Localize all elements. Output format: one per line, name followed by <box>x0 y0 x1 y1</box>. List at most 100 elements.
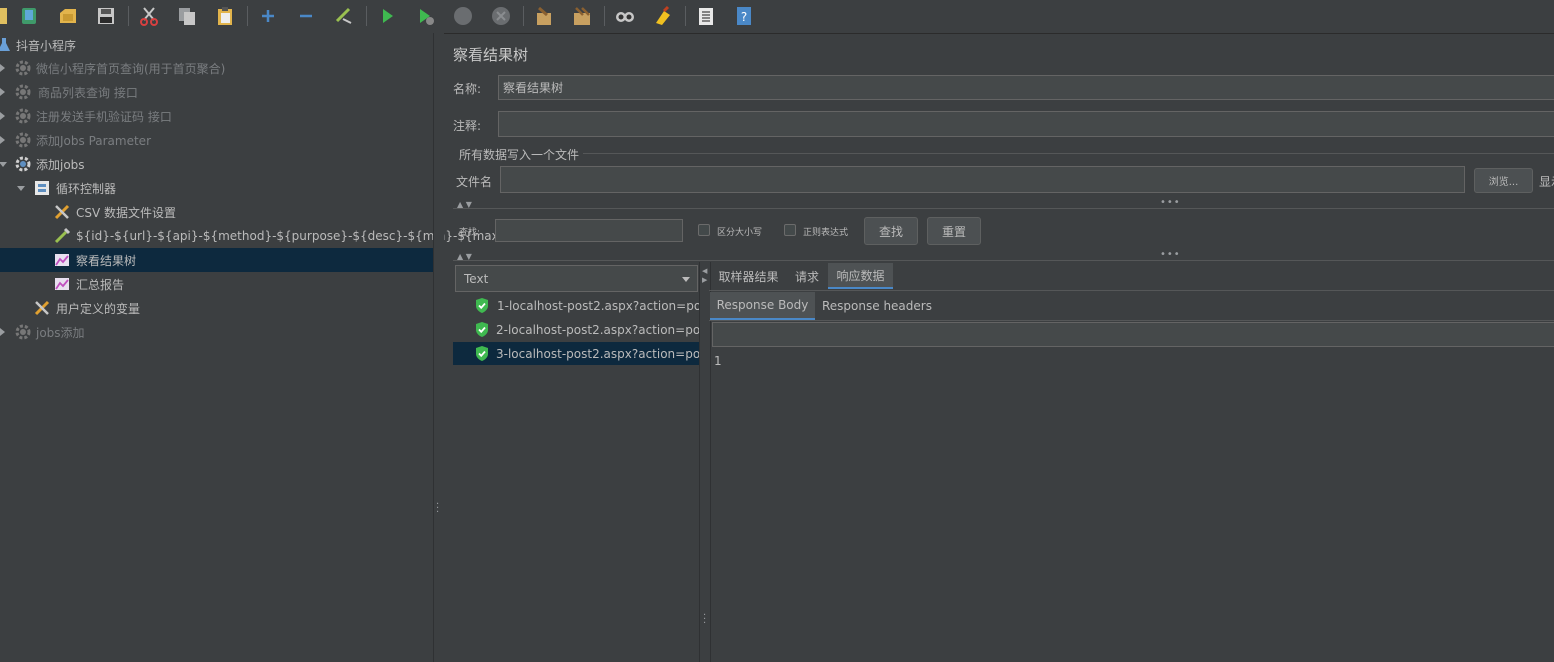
thread-group-icon <box>14 131 32 149</box>
tree-item-sampler[interactable]: ${id}-${url}-${api}-${method}-${purpose}… <box>0 224 506 248</box>
copy-icon[interactable] <box>175 4 199 28</box>
subtab-response-headers[interactable]: Response headers <box>818 292 936 320</box>
comment-field[interactable] <box>498 111 1554 137</box>
regex-label: 正则表达式 <box>803 228 849 238</box>
browse-button[interactable]: 浏览... <box>1474 168 1533 193</box>
open-icon[interactable] <box>56 4 80 28</box>
expand-arrow-icon[interactable] <box>0 64 5 72</box>
expand-icon[interactable] <box>256 4 280 28</box>
tab-sampler-result[interactable]: 取样器结果 <box>712 263 785 289</box>
split-handle-icon[interactable]: ••• <box>1160 249 1181 260</box>
result-item[interactable]: 3-localhost-post2.aspx?action=posta <box>453 342 699 365</box>
save-icon[interactable] <box>94 4 118 28</box>
start-icon[interactable] <box>375 4 399 28</box>
search-icon[interactable] <box>613 4 637 28</box>
reset-search-icon[interactable] <box>651 4 675 28</box>
tree-item-view-results-tree[interactable]: 察看结果树 <box>0 248 433 272</box>
result-item[interactable]: 1-localhost-post2.aspx?action=posta <box>453 294 699 317</box>
config-tools-icon <box>33 299 51 317</box>
cut-icon[interactable] <box>137 4 161 28</box>
success-shield-icon <box>474 321 490 341</box>
tree-item-user-variables[interactable]: 用户定义的变量 <box>0 296 433 320</box>
main-toolbar: ? <box>0 0 1554 34</box>
expand-arrow-icon[interactable] <box>0 328 5 336</box>
subtab-response-body[interactable]: Response Body <box>710 292 815 320</box>
expand-arrow-icon[interactable] <box>0 112 5 120</box>
tree-item-thread-group[interactable]: 微信小程序首页查询(用于首页聚合) <box>0 56 433 80</box>
collapse-arrow-icon[interactable] <box>0 162 7 167</box>
tree-item-csv-config[interactable]: CSV 数据文件设置 <box>0 200 433 224</box>
collapse-arrows-icon[interactable]: ▲ ▼ <box>457 200 472 209</box>
results-splitter[interactable]: ◀ ▶ · · · <box>699 262 711 662</box>
clear-icon[interactable] <box>532 4 556 28</box>
filename-field[interactable] <box>500 166 1465 193</box>
new-icon[interactable] <box>17 4 41 28</box>
name-field[interactable]: 察看结果树 <box>498 75 1554 100</box>
file-section-title: 所有数据写入一个文件 <box>459 148 580 162</box>
splitter-grip-icon[interactable]: · · · <box>703 611 706 629</box>
result-item[interactable]: 2-localhost-post2.aspx?action=posta <box>453 318 699 341</box>
expand-arrow-icon[interactable] <box>0 136 5 144</box>
case-sensitive-checkbox[interactable] <box>698 224 710 236</box>
shutdown-icon[interactable] <box>489 4 513 28</box>
renderer-select-value: Text <box>464 271 489 286</box>
listener-chart-icon <box>53 251 71 269</box>
renderer-select[interactable]: Text <box>455 265 698 292</box>
test-plan-icon <box>0 36 14 54</box>
name-field-value: 察看结果树 <box>503 81 564 95</box>
expand-arrow-icon[interactable] <box>0 88 5 96</box>
tree-item-thread-group[interactable]: 注册发送手机验证码 接口 <box>0 104 433 128</box>
tree-item-label: 添加jobs <box>36 157 85 172</box>
subtab-divider <box>709 320 1554 321</box>
toggle-icon[interactable] <box>332 4 356 28</box>
templates-icon[interactable] <box>0 4 16 28</box>
tree-item-label: CSV 数据文件设置 <box>76 205 177 220</box>
tree-item-label: jobs添加 <box>36 325 85 340</box>
tree-item-label: 抖音小程序 <box>16 38 77 53</box>
tree-item-test-plan[interactable]: 抖音小程序 <box>0 33 433 57</box>
splitter-arrows-icon[interactable]: ◀ ▶ <box>702 267 707 285</box>
display-label: 显示 <box>1539 175 1554 189</box>
test-plan-tree[interactable]: 抖音小程序 微信小程序首页查询(用于首页聚合) 商品列表查询 接口 注册发送手机… <box>0 33 506 662</box>
clear-all-icon[interactable] <box>570 4 594 28</box>
function-helper-icon[interactable] <box>694 4 718 28</box>
find-button[interactable]: 查找 <box>864 217 918 245</box>
tree-item-label: 添加Jobs Parameter <box>36 133 151 148</box>
tree-item-thread-group[interactable]: 添加jobs <box>0 152 433 176</box>
response-body-text[interactable]: 1 <box>714 354 722 368</box>
regex-checkbox[interactable] <box>784 224 796 236</box>
reset-button[interactable]: 重置 <box>927 217 981 245</box>
paste-icon[interactable] <box>213 4 237 28</box>
tab-request[interactable]: 请求 <box>789 263 825 289</box>
tree-item-loop-controller[interactable]: 循环控制器 <box>0 176 433 200</box>
help-icon[interactable]: ? <box>732 4 756 28</box>
tree-item-label: 汇总报告 <box>76 277 125 292</box>
tree-item-label: 商品列表查询 接口 <box>38 85 138 100</box>
tree-item-label: 察看结果树 <box>76 253 137 268</box>
vertical-splitter[interactable]: · · · <box>433 33 444 662</box>
collapse-arrow-icon[interactable] <box>17 186 25 191</box>
collapse-icon[interactable] <box>294 4 318 28</box>
start-no-pause-icon[interactable] <box>413 4 437 28</box>
collapse-arrows-icon[interactable]: ▲ ▼ <box>457 252 472 261</box>
success-shield-icon <box>474 297 490 317</box>
search-label: 查找: <box>459 228 481 238</box>
tree-item-label: 循环控制器 <box>56 181 117 196</box>
thread-group-icon <box>14 83 32 101</box>
listener-chart-icon <box>53 275 71 293</box>
search-input[interactable] <box>495 219 683 242</box>
response-search-field[interactable] <box>712 322 1554 347</box>
tab-divider <box>709 290 1554 291</box>
tree-item-thread-group[interactable]: 商品列表查询 接口 <box>0 80 433 104</box>
tab-response-data[interactable]: 响应数据 <box>828 263 893 289</box>
tree-item-summary-report[interactable]: 汇总报告 <box>0 272 433 296</box>
split-handle-icon[interactable]: ••• <box>1160 197 1181 208</box>
file-section-divider <box>583 153 1554 154</box>
tree-item-thread-group[interactable]: jobs添加 <box>0 320 433 344</box>
sampler-pipette-icon <box>53 227 71 245</box>
stop-icon[interactable] <box>451 4 475 28</box>
tree-item-thread-group[interactable]: 添加Jobs Parameter <box>0 128 433 152</box>
page-title: 察看结果树 <box>453 46 529 64</box>
splitter-grip-icon[interactable]: · · · <box>436 500 439 518</box>
filename-label: 文件名 <box>456 175 493 189</box>
